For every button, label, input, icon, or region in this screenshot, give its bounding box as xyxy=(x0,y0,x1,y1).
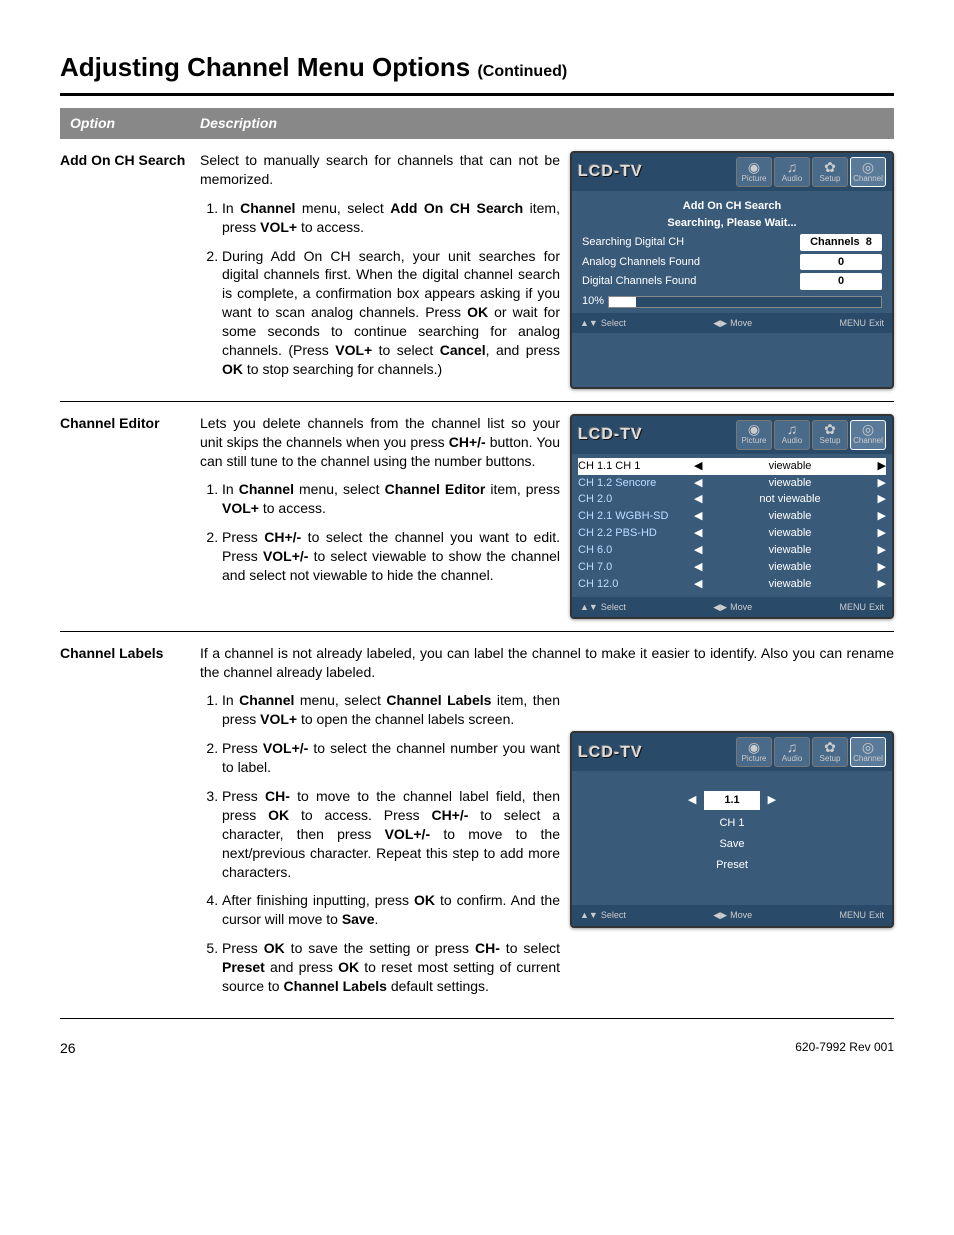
title-rule xyxy=(60,93,894,96)
channel-list: CH 1.1 CH 1◀viewable▶ CH 1.2 Sencore◀vie… xyxy=(572,454,892,597)
tab-picture: ◉Picture xyxy=(736,737,772,767)
tab-picture: ◉Picture xyxy=(736,420,772,450)
tv-logo: LCD-TV xyxy=(578,161,732,183)
tab-channel: ◎Channel xyxy=(850,157,886,187)
page-title: Adjusting Channel Menu Options (Continue… xyxy=(60,50,894,85)
option-description: Select to manually search for channels t… xyxy=(200,151,560,389)
channel-row: CH 2.2 PBS-HD◀viewable▶ xyxy=(578,525,886,542)
tab-audio: ♫Audio xyxy=(774,420,810,450)
tab-picture: ◉Picture xyxy=(736,157,772,187)
section-channel-editor: Channel Editor Lets you delete channels … xyxy=(60,402,894,632)
tab-setup: ✿Setup xyxy=(812,420,848,450)
tv-screenshot-editor: LCD-TV ◉Picture ♫Audio ✿Setup ◎Channel C… xyxy=(570,414,894,619)
revision-number: 620-7992 Rev 001 xyxy=(795,1039,894,1058)
tab-channel: ◎Channel xyxy=(850,737,886,767)
channel-row: CH 6.0◀viewable▶ xyxy=(578,542,886,559)
tab-setup: ✿Setup xyxy=(812,157,848,187)
channel-row: CH 2.0◀not viewable▶ xyxy=(578,491,886,508)
section-add-on-ch-search: Add On CH Search Select to manually sear… xyxy=(60,139,894,402)
tab-channel: ◎Channel xyxy=(850,420,886,450)
option-description: Lets you delete channels from the channe… xyxy=(200,414,560,619)
tv-screenshot-add-on: LCD-TV ◉Picture ♫Audio ✿Setup ◎Channel A… xyxy=(570,151,894,389)
option-description: If a channel is not already labeled, you… xyxy=(200,644,894,1006)
tab-audio: ♫Audio xyxy=(774,737,810,767)
tv-logo: LCD-TV xyxy=(578,742,732,764)
channel-row: CH 2.1 WGBH-SD◀viewable▶ xyxy=(578,508,886,525)
option-name: Channel Labels xyxy=(60,644,190,1006)
channel-row: CH 1.1 CH 1◀viewable▶ xyxy=(578,458,886,475)
tv-screenshot-labels: LCD-TV ◉Picture ♫Audio ✿Setup ◎Channel ◀… xyxy=(570,731,894,927)
page-footer: 26 620-7992 Rev 001 xyxy=(60,1039,894,1058)
channel-row: CH 7.0◀viewable▶ xyxy=(578,559,886,576)
tab-audio: ♫Audio xyxy=(774,157,810,187)
option-name: Add On CH Search xyxy=(60,151,190,389)
option-name: Channel Editor xyxy=(60,414,190,619)
column-header: Option Description xyxy=(60,108,894,139)
page-number: 26 xyxy=(60,1039,76,1058)
channel-row: CH 12.0◀viewable▶ xyxy=(578,576,886,593)
channel-row: CH 1.2 Sencore◀viewable▶ xyxy=(578,475,886,492)
section-channel-labels: Channel Labels If a channel is not alrea… xyxy=(60,632,894,1019)
tv-logo: LCD-TV xyxy=(578,424,732,446)
tab-setup: ✿Setup xyxy=(812,737,848,767)
